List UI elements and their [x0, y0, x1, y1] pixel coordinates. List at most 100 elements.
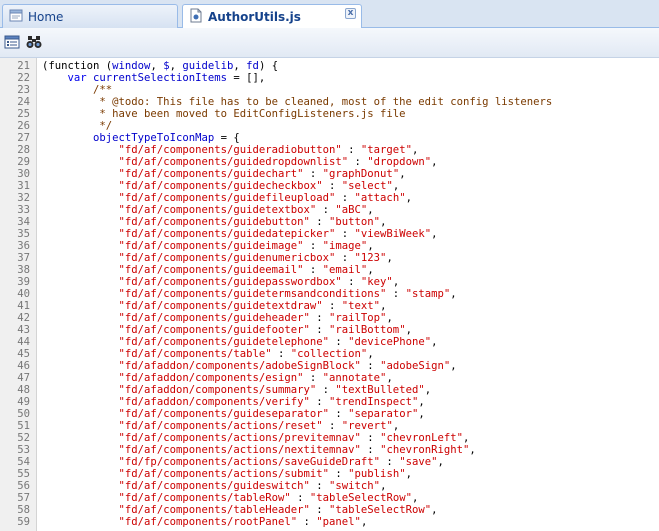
- code-token: ) {: [258, 60, 279, 72]
- code-line: 51 "fd/af/components/actions/reset" : "r…: [0, 420, 659, 432]
- outline-view-button[interactable]: [3, 34, 21, 52]
- code-token: :: [341, 276, 361, 288]
- map-value: "select": [341, 180, 393, 192]
- close-tab-icon[interactable]: x: [345, 8, 356, 19]
- code-token: ,: [367, 240, 374, 252]
- code-editor[interactable]: 21 (function (window, $, guidelib, fd) {2…: [0, 58, 659, 531]
- code-line: 33 "fd/af/components/guidetextbox" : "aB…: [0, 204, 659, 216]
- map-key: "fd/af/components/guidenumericbox": [118, 252, 336, 264]
- code-line: 48 "fd/afaddon/components/summary" : "te…: [0, 384, 659, 396]
- map-key: "fd/afaddon/components/verify": [118, 396, 310, 408]
- line-number: 29: [17, 156, 30, 168]
- code-line: 35 "fd/af/components/guidedatepicker" : …: [0, 228, 659, 240]
- map-key: "fd/af/components/actions/previtemnav": [118, 432, 361, 444]
- code-token: fd: [246, 60, 259, 72]
- line-number: 34: [17, 216, 30, 228]
- code-line: 22 var currentSelectionItems = [],: [0, 72, 659, 84]
- map-key: "fd/af/components/guideemail": [118, 264, 304, 276]
- map-value: "annotate": [322, 372, 387, 384]
- code-token: :: [322, 300, 342, 312]
- map-value: "panel": [316, 516, 361, 528]
- find-button[interactable]: [25, 34, 43, 52]
- map-key: "fd/af/components/actions/reset": [118, 420, 323, 432]
- line-number: 28: [17, 144, 30, 156]
- code-line: 59 "fd/af/components/rootPanel" : "panel…: [0, 516, 659, 528]
- map-key: "fd/af/components/guideseparator": [118, 408, 330, 420]
- tab-home[interactable]: Home: [2, 4, 178, 28]
- map-key: "fd/af/components/table": [118, 348, 272, 360]
- code-token: :: [386, 288, 406, 300]
- code-token: :: [309, 324, 330, 336]
- code-token: ,: [386, 312, 393, 324]
- map-key: "fd/af/components/guidepasswordbox": [118, 276, 342, 288]
- line-number: 31: [17, 180, 30, 192]
- code-token: = [],: [226, 72, 266, 84]
- map-value: "aBC": [335, 204, 368, 216]
- map-value: "switch": [329, 480, 381, 492]
- map-key: "fd/af/components/guideimage": [118, 240, 304, 252]
- code-line: 24 * @todo: This file has to be cleaned,…: [0, 96, 659, 108]
- line-number: 56: [17, 480, 30, 492]
- tab-authorutils[interactable]: AuthorUtils.js x: [182, 4, 362, 29]
- line-number: 22: [17, 72, 30, 84]
- map-key: "fd/af/components/guidefileupload": [118, 192, 336, 204]
- line-number: 48: [17, 384, 30, 396]
- map-value: "123": [354, 252, 387, 264]
- line-number: 49: [17, 396, 30, 408]
- line-number: 36: [17, 240, 30, 252]
- map-value: "email": [322, 264, 368, 276]
- code-line: 40 "fd/af/components/guidetermsandcondit…: [0, 288, 659, 300]
- code-line: 21 (function (window, $, guidelib, fd) {: [0, 60, 659, 72]
- code-token: ,: [380, 480, 387, 492]
- code-token: ,: [431, 336, 438, 348]
- code-token: * have been moved to EditConfigListeners…: [99, 108, 406, 120]
- code-token: ,: [233, 60, 247, 72]
- code-token: ,: [411, 144, 419, 156]
- line-number: 33: [17, 204, 30, 216]
- line-number: 27: [17, 132, 30, 144]
- code-line: 29 "fd/af/components/guidedropdownlist" …: [0, 156, 659, 168]
- map-value: "textBulleted": [335, 384, 425, 396]
- code-line: 25 * have been moved to EditConfigListen…: [0, 108, 659, 120]
- code-token: ,: [392, 420, 400, 432]
- line-number: 50: [17, 408, 30, 420]
- line-number: 32: [17, 192, 30, 204]
- code-token: * @todo: This file has to be cleaned, mo…: [99, 96, 553, 108]
- code-token: ,: [399, 168, 406, 180]
- map-key: "fd/af/components/guidetermsandcondition…: [118, 288, 387, 300]
- map-key: "fd/af/components/tableHeader": [118, 504, 310, 516]
- code-line: 52 "fd/af/components/actions/previtemnav…: [0, 432, 659, 444]
- map-key: "fd/af/components/guideheader": [118, 312, 310, 324]
- code-token: ,: [418, 408, 425, 420]
- code-token: :: [316, 204, 336, 216]
- code-token: :: [309, 504, 330, 516]
- map-value: "chevronLeft": [380, 432, 463, 444]
- binoculars-find-icon: [26, 34, 42, 53]
- code-line: 28 "fd/af/components/guideradiobutton" :…: [0, 144, 659, 156]
- map-value: "railTop": [329, 312, 387, 324]
- code-line: 45 "fd/af/components/table" : "collectio…: [0, 348, 659, 360]
- map-key: "fd/af/components/guideradiobutton": [118, 144, 342, 156]
- code-token: ,: [392, 180, 400, 192]
- code-token: :: [309, 480, 330, 492]
- line-number: 58: [17, 504, 30, 516]
- code-token: :: [303, 372, 323, 384]
- line-number: 37: [17, 252, 30, 264]
- map-value: "publish": [348, 468, 406, 480]
